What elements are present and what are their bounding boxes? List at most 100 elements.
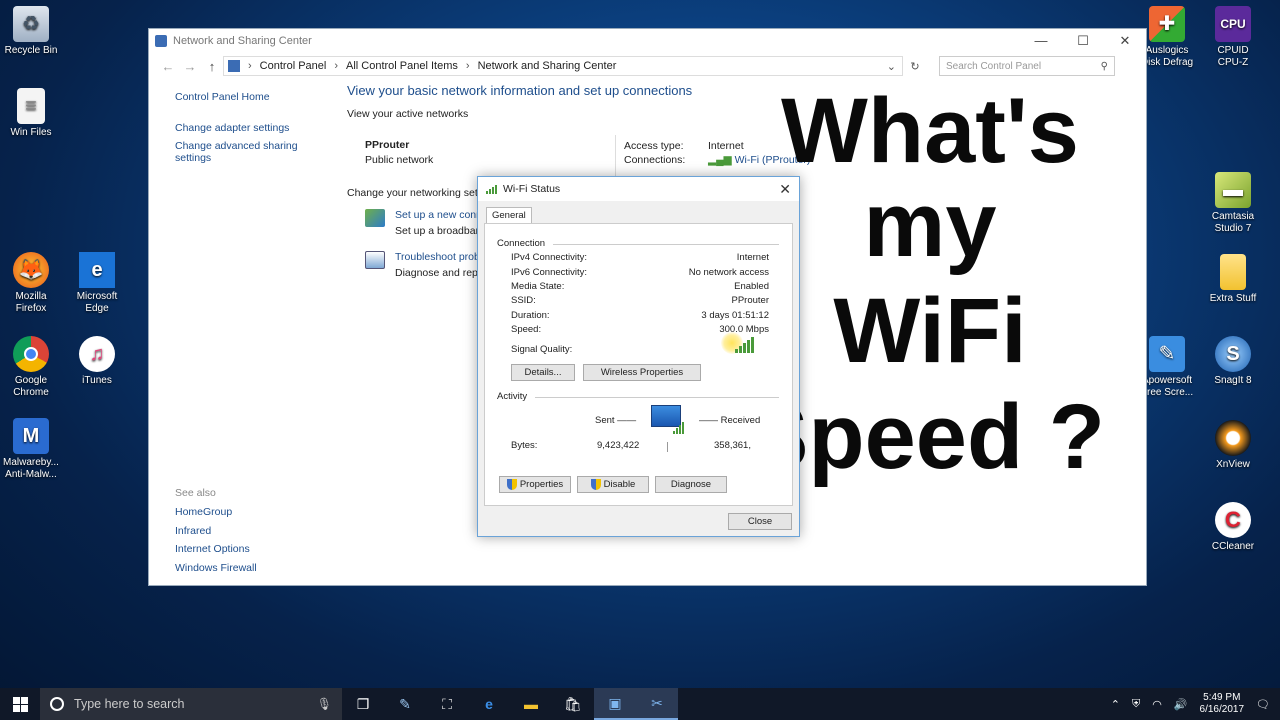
taskbar-search-placeholder: Type here to search	[74, 697, 185, 711]
camtasia-icon: ▬	[1215, 172, 1251, 208]
network-activity-bars	[673, 422, 684, 434]
desktop-icon-ccleaner[interactable]: C CCleaner	[1198, 502, 1268, 553]
search-input[interactable]: Search Control Panel ⚲	[939, 56, 1115, 76]
group-divider	[553, 244, 779, 245]
clock[interactable]: 5:49 PM 6/16/2017	[1200, 692, 1245, 716]
internet-options-link[interactable]: Internet Options	[175, 543, 257, 555]
received-label: —— Received	[699, 415, 761, 426]
cpuz-icon: CPU	[1215, 6, 1251, 42]
row-label: Duration:	[511, 310, 550, 321]
store-icon[interactable]: 🛍	[552, 688, 594, 720]
sent-label: Sent ——	[595, 415, 637, 426]
minimize-button[interactable]: —	[1020, 33, 1062, 49]
dialog-titlebar[interactable]: Wi-Fi Status ✕	[478, 177, 799, 201]
task-view-icon[interactable]: ❐	[342, 688, 384, 720]
breadcrumb-item[interactable]: Control Panel	[260, 60, 327, 72]
screenshot-app-taskbar-icon[interactable]: ✂	[636, 688, 678, 720]
maximize-button[interactable]: ☐	[1062, 33, 1104, 49]
security-icon[interactable]: ⛨	[1132, 698, 1140, 711]
close-icon[interactable]: ✕	[779, 181, 791, 198]
control-panel-home-link[interactable]: Control Panel Home	[175, 91, 325, 103]
details-button[interactable]: Details...	[511, 364, 575, 381]
properties-label: Properties	[519, 479, 564, 490]
photos-app-icon[interactable]: ⛶	[426, 688, 468, 720]
properties-button[interactable]: Properties	[499, 476, 571, 493]
wifi-icon[interactable]: ◠	[1152, 698, 1162, 711]
network-icon	[155, 35, 167, 47]
activity-group-header: Activity	[497, 391, 528, 402]
up-arrow-icon[interactable]: ↑	[201, 59, 223, 74]
start-button[interactable]	[0, 688, 40, 720]
change-advanced-sharing-link[interactable]: Change advanced sharing settings	[175, 140, 325, 164]
desktop-icon-malwarebytes[interactable]: M Malwareby... Anti-Malw...	[0, 418, 66, 481]
breadcrumb-separator: ›	[334, 60, 338, 72]
breadcrumb-item[interactable]: All Control Panel Items	[346, 60, 458, 72]
forward-arrow-icon[interactable]: →	[179, 59, 201, 74]
diagnose-button[interactable]: Diagnose	[655, 476, 727, 493]
info-row: SSID: PProuter	[511, 295, 769, 306]
chevron-down-icon[interactable]: ⌄	[887, 60, 896, 73]
infrared-link[interactable]: Infrared	[175, 525, 257, 537]
desktop-icon-cpuz[interactable]: CPU CPUID CPU-Z	[1198, 6, 1268, 69]
close-dialog-button[interactable]: Close	[728, 513, 792, 530]
breadcrumb[interactable]: › Control Panel › All Control Panel Item…	[223, 56, 903, 76]
edge-icon: e	[79, 252, 115, 288]
desktop-icon-camtasia[interactable]: ▬ Camtasia Studio 7	[1198, 172, 1268, 235]
desktop-icon-firefox[interactable]: 🦊 Mozilla Firefox	[0, 252, 66, 315]
chevron-up-icon[interactable]: ⌃	[1111, 698, 1120, 711]
system-tray: ⌃ ⛨ ◠ 🔊 5:49 PM 6/16/2017 🗨	[1111, 692, 1270, 716]
volume-icon[interactable]: 🔊	[1174, 698, 1188, 711]
desktop-icon-chrome[interactable]: Google Chrome	[0, 336, 66, 399]
microphone-icon[interactable]: 🎙	[317, 697, 332, 711]
dialog-panel: Connection IPv4 Connectivity: Internet IP…	[484, 223, 793, 506]
change-adapter-settings-link[interactable]: Change adapter settings	[175, 122, 325, 134]
row-label: Speed:	[511, 324, 542, 335]
search-placeholder: Search Control Panel	[946, 60, 1042, 72]
breadcrumb-item[interactable]: Network and Sharing Center	[478, 60, 617, 72]
desktop-icon-label: CPUID CPU-Z	[1217, 45, 1249, 68]
desktop-icon-xnview[interactable]: XnView	[1198, 420, 1268, 471]
firefox-icon: 🦊	[13, 252, 49, 288]
desktop-icon-label: CCleaner	[1211, 541, 1255, 552]
clock-date: 6/16/2017	[1199, 704, 1245, 715]
homegroup-link[interactable]: HomeGroup	[175, 506, 257, 518]
row-value: PProuter	[731, 295, 770, 306]
window-titlebar[interactable]: Network and Sharing Center — ☐ ✕	[149, 29, 1146, 53]
search-icon[interactable]: ⚲	[1101, 61, 1108, 72]
edge-taskbar-icon[interactable]: e	[468, 688, 510, 720]
desktop-icon-recycle-bin[interactable]: ♻ Recycle Bin	[0, 6, 66, 57]
desktop-icon-label: Malwareby... Anti-Malw...	[3, 457, 59, 480]
tab-general[interactable]: General	[486, 207, 532, 223]
apowersoft-icon: ✎	[1149, 336, 1185, 372]
pen-app-icon[interactable]: ✎	[384, 688, 426, 720]
disable-button[interactable]: Disable	[577, 476, 649, 493]
back-arrow-icon[interactable]: ←	[157, 59, 179, 74]
new-connection-icon	[365, 209, 385, 227]
wireless-properties-label: Wireless Properties	[600, 367, 684, 378]
group-divider	[535, 397, 779, 398]
breadcrumb-separator: ›	[465, 60, 470, 72]
file-explorer-icon[interactable]: ▬	[510, 688, 552, 720]
taskbar-search-box[interactable]: Type here to search 🎙	[40, 688, 342, 720]
shield-icon	[590, 479, 601, 490]
desktop-icon-edge[interactable]: e Microsoft Edge	[62, 252, 132, 315]
wireless-properties-button[interactable]: Wireless Properties	[583, 364, 701, 381]
notifications-icon[interactable]: 🗨	[1256, 698, 1270, 711]
activity-divider	[667, 442, 668, 452]
row-value: 3 days 01:51:12	[701, 310, 769, 321]
network-center-taskbar-icon[interactable]: ▣	[594, 688, 636, 720]
details-label: Details...	[524, 367, 562, 378]
windows-firewall-link[interactable]: Windows Firewall	[175, 562, 257, 574]
network-type[interactable]: Public network	[365, 154, 433, 166]
desktop-icon-label: Google Chrome	[13, 375, 49, 398]
desktop-icon-itunes[interactable]: ♫ iTunes	[62, 336, 132, 387]
refresh-icon[interactable]: ↻	[905, 60, 925, 73]
see-also-header: See also	[175, 487, 216, 499]
bytes-label: Bytes:	[511, 440, 538, 451]
desktop-icon-extra-stuff[interactable]: Extra Stuff	[1198, 254, 1268, 305]
desktop-icon-snagit[interactable]: S SnagIt 8	[1198, 336, 1268, 387]
connections-label: Connections:	[624, 154, 686, 166]
desktop-icon-win-files[interactable]: ≡ Win Files	[0, 88, 66, 139]
address-bar: ← → ↑ › Control Panel › All Control Pane…	[149, 53, 1146, 79]
close-button[interactable]: ✕	[1104, 33, 1146, 49]
